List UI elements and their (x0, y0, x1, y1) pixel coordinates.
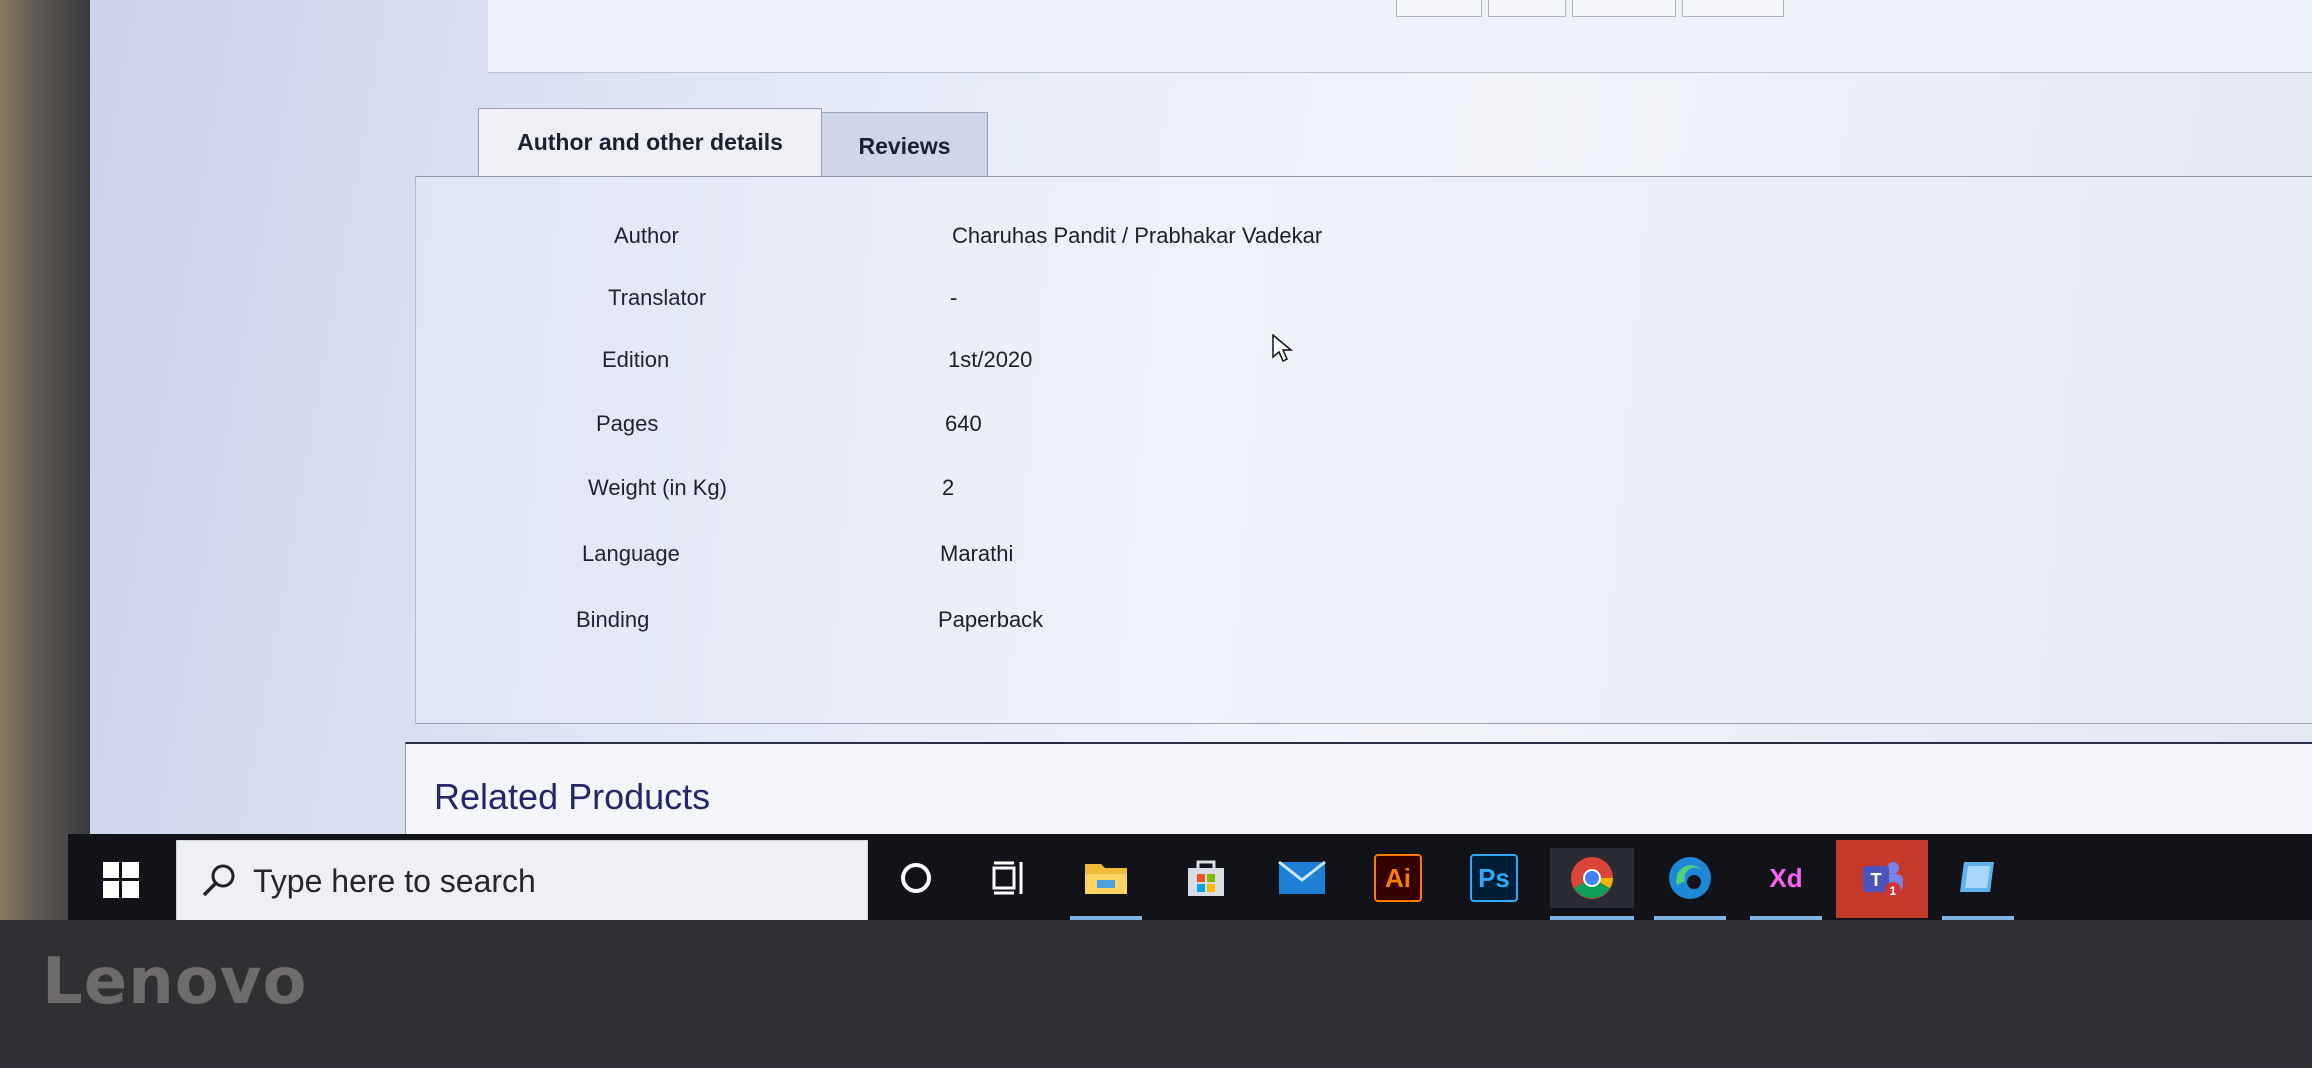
detail-value: Paperback (938, 607, 1044, 632)
detail-row-edition: Edition 1st/2020 (416, 347, 1916, 387)
detail-value: - (950, 285, 958, 310)
detail-row-language: Language Marathi (416, 541, 1916, 581)
detail-label: Pages (596, 411, 659, 436)
edge-icon (1669, 857, 1711, 899)
tab-label: Reviews (858, 132, 951, 159)
detail-value: 640 (945, 411, 982, 436)
task-view-icon (992, 861, 1023, 895)
edge-button[interactable] (1654, 848, 1726, 920)
teams-icon: T 1 (1863, 862, 1903, 898)
top-panel-button[interactable] (1396, 0, 1482, 17)
detail-label: Weight (in Kg) (588, 475, 727, 500)
photoshop-button[interactable]: Ps (1464, 848, 1524, 908)
details-table: Author Charuhas Pandit / Prabhakar Vadek… (415, 176, 2312, 724)
detail-row-pages: Pages 640 (416, 411, 1916, 451)
related-products-title: Related Products (434, 776, 711, 817)
remote-desktop-button[interactable] (1942, 848, 2014, 920)
chrome-button[interactable] (1550, 848, 1634, 920)
remote-desktop-icon (1960, 862, 1994, 892)
tab-label: Author and other details (517, 128, 783, 155)
adobe-xd-icon: Xd (1769, 862, 1803, 893)
mail-icon (1278, 860, 1326, 894)
detail-value: 1st/2020 (948, 347, 1033, 372)
laptop-bezel (0, 920, 2312, 1068)
notification-badge: 1 (1890, 884, 1897, 898)
teams-button[interactable]: T 1 (1836, 840, 1928, 918)
microsoft-store-icon (1188, 860, 1224, 896)
detail-row-author: Author Charuhas Pandit / Prabhakar Vadek… (416, 223, 1916, 263)
detail-value: Marathi (940, 541, 1014, 566)
tab-reviews[interactable]: Reviews (821, 112, 988, 180)
illustrator-button[interactable]: Ai (1368, 848, 1428, 908)
search-icon (202, 864, 235, 897)
svg-text:T: T (1871, 870, 1882, 890)
top-panel-button[interactable] (1572, 0, 1676, 17)
detail-row-binding: Binding Paperback (416, 607, 1916, 647)
start-button[interactable] (68, 834, 174, 926)
file-explorer-icon (1085, 864, 1127, 894)
detail-value: 2 (942, 475, 955, 500)
top-panel-button[interactable] (1488, 0, 1566, 17)
detail-row-translator: Translator - (416, 285, 1916, 325)
top-panel-button[interactable] (1682, 0, 1784, 17)
illustrator-icon: Ai (1374, 854, 1422, 902)
detail-label: Binding (576, 607, 650, 632)
chrome-icon (1571, 857, 1613, 899)
taskbar-search-box[interactable]: Type here to search (176, 840, 868, 922)
photoshop-icon: Ps (1470, 854, 1518, 902)
top-panel (488, 0, 2312, 73)
taskbar: Type here to search Ai Ps Xd T 1 (68, 834, 2312, 926)
adobe-xd-button[interactable]: Xd (1750, 848, 1822, 920)
mouse-cursor-icon (1272, 334, 1294, 363)
task-view-button[interactable] (980, 848, 1040, 908)
search-placeholder: Type here to search (253, 862, 536, 899)
cortana-circle-icon (901, 863, 931, 893)
detail-row-weight: Weight (in Kg) 2 (416, 475, 1916, 515)
detail-label: Language (582, 541, 680, 566)
detail-label: Author (614, 223, 679, 248)
file-explorer-button[interactable] (1070, 848, 1142, 920)
store-button[interactable] (1176, 848, 1236, 908)
laptop-brand-logo: Lenovo (42, 945, 308, 1019)
detail-value: Charuhas Pandit / Prabhakar Vadekar (952, 223, 1323, 248)
windows-logo-icon (103, 862, 139, 898)
mail-button[interactable] (1272, 848, 1332, 908)
tab-author-details[interactable]: Author and other details (478, 108, 822, 176)
detail-label: Edition (602, 347, 670, 372)
screen: Author and other details Reviews Author … (90, 0, 2312, 925)
detail-label: Translator (608, 285, 707, 310)
cortana-button[interactable] (886, 848, 946, 908)
